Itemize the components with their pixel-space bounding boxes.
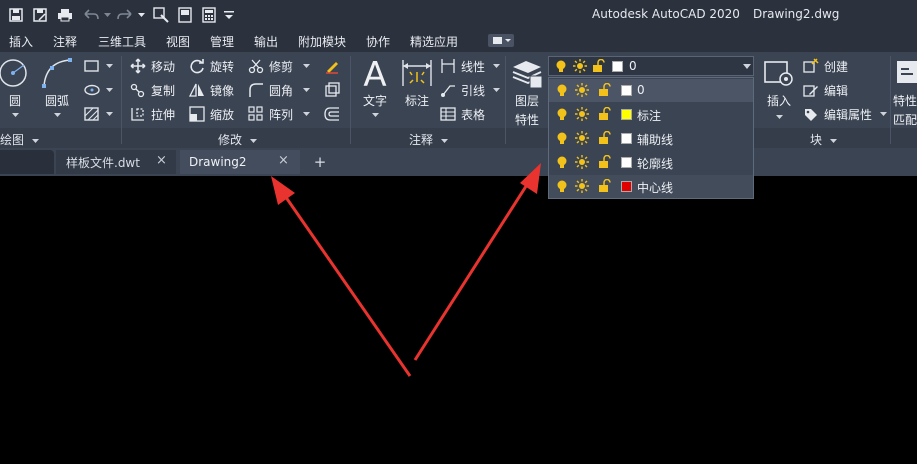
arrow-to-layer-dropdown xyxy=(413,163,541,361)
annotation-arrows xyxy=(271,163,541,377)
arrow-to-drawing-tab xyxy=(271,176,412,377)
